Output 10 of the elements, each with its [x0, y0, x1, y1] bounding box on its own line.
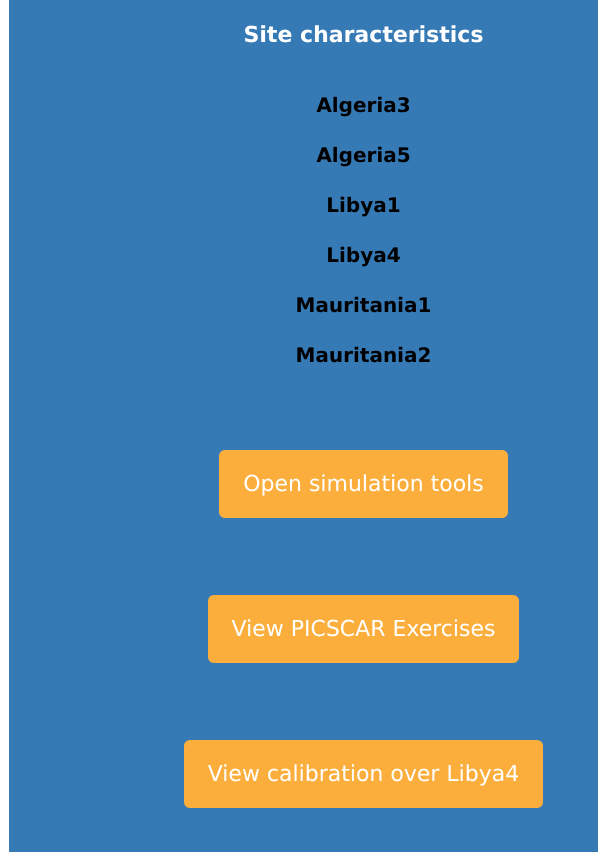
section-title: Site characteristics: [244, 22, 484, 50]
site-name: Libya4: [326, 242, 401, 268]
action-button[interactable]: View PICSCAR Exercises: [208, 595, 520, 663]
site-name: Algeria3: [316, 92, 411, 118]
site-name: Mauritania1: [296, 292, 432, 318]
action-button[interactable]: Open simulation tools: [219, 450, 508, 518]
site-name: Mauritania2: [296, 342, 432, 368]
site-name: Algeria5: [316, 142, 411, 168]
site-name: Libya1: [326, 192, 401, 218]
action-button[interactable]: View calibration over Libya4: [184, 740, 544, 808]
